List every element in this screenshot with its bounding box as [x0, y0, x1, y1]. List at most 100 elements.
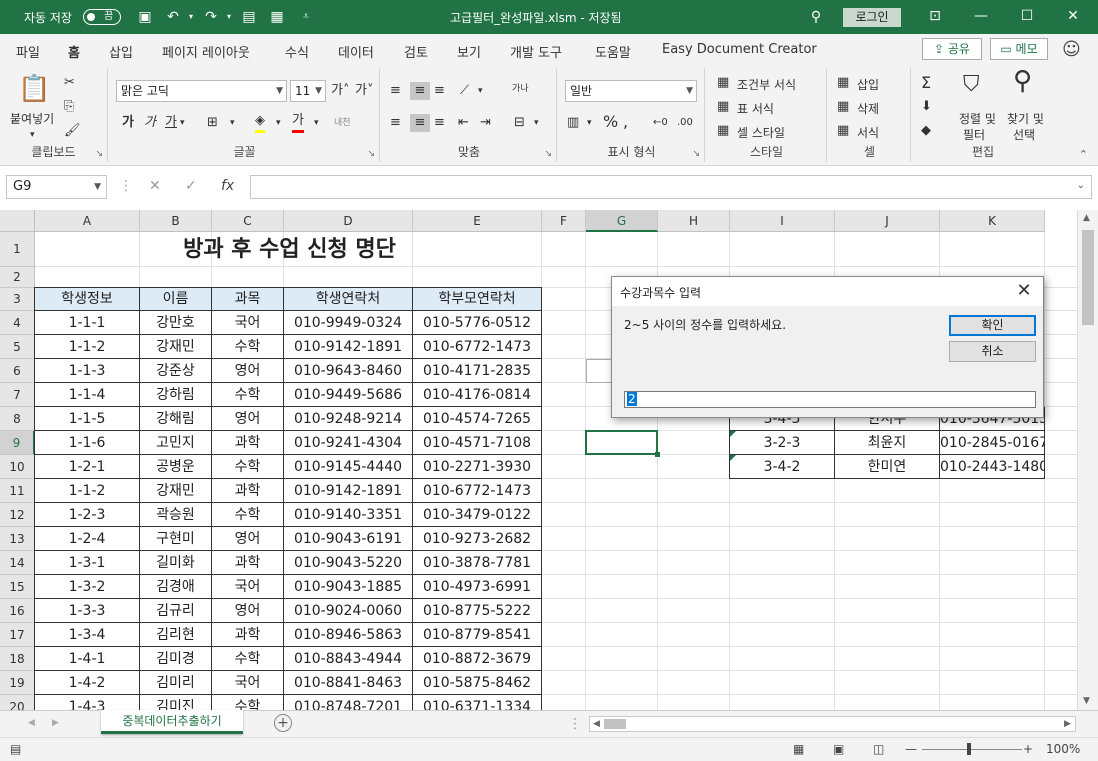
name-box[interactable]: G9 ▼ [6, 175, 107, 199]
find-select-icon[interactable]: ⚲ [1013, 68, 1032, 94]
align-middle-icon[interactable]: ≡ [410, 82, 430, 100]
table-cell[interactable]: 강하림 [140, 383, 212, 407]
table-cell[interactable]: 과학 [212, 623, 284, 647]
table-cell[interactable]: 1-1-5 [34, 407, 140, 431]
table-cell[interactable]: 1-1-2 [34, 479, 140, 503]
redo-icon[interactable]: ↷ [203, 9, 219, 25]
table-cell[interactable]: 과학 [212, 479, 284, 503]
tab-developer[interactable]: 개발 도구 [510, 42, 562, 61]
memo-button[interactable]: ▭ 메모 [990, 38, 1048, 60]
table-cell[interactable]: 1-1-6 [34, 431, 140, 455]
table-cell[interactable]: 010-4571-7108 [413, 431, 542, 455]
table-header-cell[interactable]: 학부모연락처 [413, 287, 542, 311]
column-header-d[interactable]: D [284, 210, 413, 232]
format-cells-icon[interactable]: ▦ [837, 122, 849, 140]
orientation-icon[interactable]: ⟋ [460, 82, 469, 100]
row-header-11[interactable]: 11 [0, 479, 35, 503]
table-cell[interactable]: 010-4574-7265 [413, 407, 542, 431]
align-left-icon[interactable]: ≡ [390, 114, 401, 132]
autosum-icon[interactable]: Σ [921, 74, 931, 92]
row-header-15[interactable]: 15 [0, 575, 35, 599]
zoom-level[interactable]: 100% [1046, 742, 1080, 756]
table-cell[interactable]: 국어 [212, 311, 284, 335]
table-cell[interactable]: 010-9949-0324 [284, 311, 413, 335]
active-cell[interactable] [585, 430, 658, 455]
table-cell[interactable]: 010-8843-4944 [284, 647, 413, 671]
table-cell[interactable]: 010-8946-5863 [284, 623, 413, 647]
column-header-g[interactable]: G [586, 210, 658, 232]
table-cell[interactable]: 수학 [212, 455, 284, 479]
bold-icon[interactable]: 가 [122, 114, 134, 132]
conditional-format-icon[interactable]: ▦ [717, 74, 729, 92]
table-cell[interactable]: 1-3-3 [34, 599, 140, 623]
find-select-label-2[interactable]: 선택 [1013, 126, 1035, 143]
horizontal-scroll-thumb[interactable] [604, 719, 626, 729]
close-icon[interactable]: ✕ [1063, 6, 1083, 26]
borders-icon[interactable]: ⊞ [207, 114, 218, 132]
insert-function-icon[interactable]: fx [221, 178, 234, 194]
table-cell[interactable]: 010-9273-2682 [413, 527, 542, 551]
table-cell[interactable]: 010-4171-2835 [413, 359, 542, 383]
table-cell[interactable]: 010-8748-7201 [284, 695, 413, 710]
table-cell[interactable]: 1-2-1 [34, 455, 140, 479]
column-header-b[interactable]: B [140, 210, 212, 232]
column-header-k[interactable]: K [940, 210, 1045, 232]
table-cell[interactable]: 곽승원 [140, 503, 212, 527]
scroll-left-icon[interactable]: ◀ [593, 719, 600, 729]
table-cell[interactable]: 길미화 [140, 551, 212, 575]
ok-button[interactable]: 확인 [949, 315, 1036, 336]
orientation-dropdown-icon[interactable]: ▾ [478, 82, 483, 100]
form-icon[interactable]: ▤ [241, 9, 257, 25]
autosave-toggle[interactable]: 끔 [83, 9, 121, 25]
minimize-icon[interactable]: — [971, 6, 991, 26]
table-cell[interactable]: 김리현 [140, 623, 212, 647]
table-cell[interactable]: 고민지 [140, 431, 212, 455]
table-cell[interactable]: 010-9024-0060 [284, 599, 413, 623]
macro-record-icon[interactable]: ▤ [10, 742, 21, 756]
next-sheet-icon[interactable]: ▶ [52, 718, 59, 728]
side-table-cell[interactable]: 3-2-3 [729, 431, 835, 455]
cell-styles-label[interactable]: 셀 스타일 [737, 124, 785, 141]
decrease-font-icon[interactable]: 가˅ [355, 82, 373, 100]
font-color-dropdown-icon[interactable]: ▾ [314, 114, 319, 132]
table-cell[interactable]: 김경애 [140, 575, 212, 599]
table-cell[interactable]: 010-9449-5686 [284, 383, 413, 407]
side-table-cell[interactable]: 3-4-2 [729, 455, 835, 479]
insert-cells-label[interactable]: 삽입 [857, 76, 879, 93]
clipboard-launcher-icon[interactable]: ↘ [95, 149, 103, 159]
fill-icon[interactable]: ⬇ [921, 98, 932, 116]
table-cell[interactable]: 010-9142-1891 [284, 335, 413, 359]
undo-icon[interactable]: ↶ [165, 9, 181, 25]
format-table-icon[interactable]: ▦ [717, 98, 729, 116]
format-painter-icon[interactable]: 🖌 [64, 122, 81, 140]
table-cell[interactable]: 1-2-3 [34, 503, 140, 527]
tab-help[interactable]: 도움말 [595, 42, 631, 61]
increase-font-icon[interactable]: 가˄ [331, 82, 349, 100]
table-cell[interactable]: 010-9043-5220 [284, 551, 413, 575]
row-header-20[interactable]: 20 [0, 695, 35, 710]
font-launcher-icon[interactable]: ↘ [367, 149, 375, 159]
table-cell[interactable]: 영어 [212, 407, 284, 431]
table-cell[interactable]: 010-3878-7781 [413, 551, 542, 575]
column-header-h[interactable]: H [658, 210, 730, 232]
vertical-scroll-thumb[interactable] [1082, 230, 1094, 325]
feedback-smile-icon[interactable]: ☺ [1062, 39, 1081, 60]
table-cell[interactable]: 강준상 [140, 359, 212, 383]
borders-dropdown-icon[interactable]: ▾ [230, 114, 235, 132]
tab-easy-document-creator[interactable]: Easy Document Creator [662, 42, 817, 57]
enter-formula-icon[interactable]: ✓ [185, 178, 197, 194]
column-header-j[interactable]: J [835, 210, 940, 232]
layout-icon[interactable]: ▦ [269, 9, 285, 25]
table-cell[interactable]: 010-3479-0122 [413, 503, 542, 527]
table-cell[interactable]: 수학 [212, 695, 284, 710]
table-header-cell[interactable]: 이름 [140, 287, 212, 311]
number-format-combo[interactable]: 일반 ▼ [565, 80, 697, 102]
table-cell[interactable]: 1-3-2 [34, 575, 140, 599]
row-header-10[interactable]: 10 [0, 455, 35, 479]
align-center-icon[interactable]: ≡ [410, 114, 430, 132]
table-cell[interactable]: 1-4-3 [34, 695, 140, 710]
normal-view-icon[interactable]: ▦ [793, 742, 804, 756]
zoom-slider-knob[interactable] [967, 743, 971, 755]
row-header-8[interactable]: 8 [0, 407, 35, 431]
table-cell[interactable]: 강재민 [140, 479, 212, 503]
